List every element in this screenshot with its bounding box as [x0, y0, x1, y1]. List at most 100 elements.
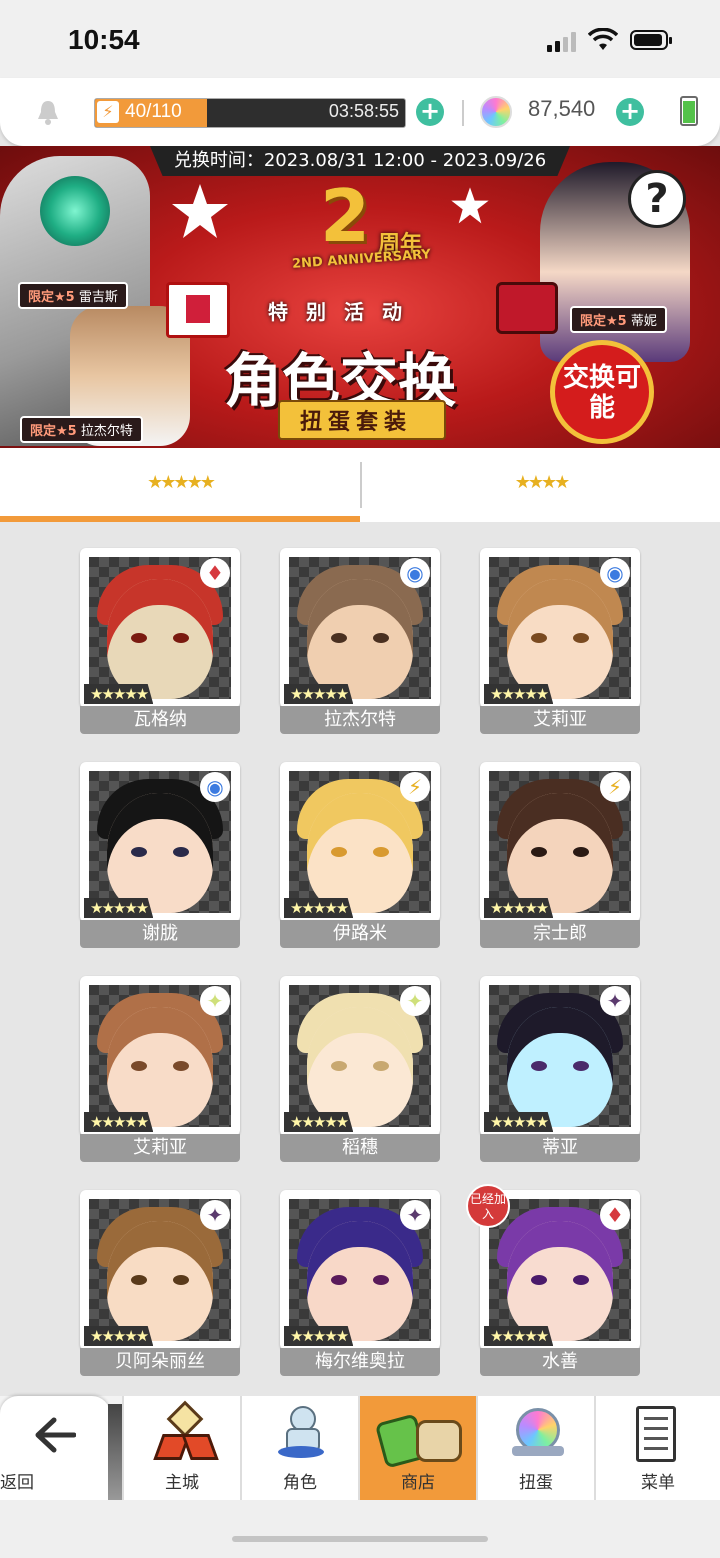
element-icon: ✦ — [600, 986, 630, 1016]
anniversary-number: 2 — [320, 174, 371, 258]
add-stamina-button[interactable]: + — [416, 98, 444, 126]
character-card[interactable]: ◉ ★★★★★ 拉杰尔特 — [280, 548, 440, 734]
portrait-eye — [573, 1061, 589, 1071]
character-name: 稻穗 — [280, 1134, 440, 1162]
nav-label: 扭蛋 — [519, 1473, 553, 1493]
ticket-icon — [496, 282, 558, 334]
portrait-eye — [131, 633, 147, 643]
rarity-stars: ★★★★★ — [284, 684, 354, 704]
portrait-eye — [573, 847, 589, 857]
portrait-face — [107, 793, 213, 913]
element-icon: ✦ — [400, 986, 430, 1016]
rarity-stars: ★★★★★ — [484, 898, 554, 918]
event-subtitle: 扭蛋套装 — [300, 410, 413, 435]
portrait-face — [107, 1007, 213, 1127]
portrait-eye — [331, 1275, 347, 1285]
character-card[interactable]: ✦ ★★★★★ 蒂亚 — [480, 976, 640, 1162]
portrait-face — [107, 579, 213, 699]
event-label: 特别活动 — [268, 300, 420, 324]
portrait-eye — [373, 1275, 389, 1285]
portrait-face — [107, 1221, 213, 1341]
nav-item-main-city[interactable]: 主城 — [122, 1396, 240, 1500]
nav-label: 菜单 — [641, 1473, 675, 1493]
element-icon: ◉ — [200, 772, 230, 802]
rarity-stars: ★★★★★ — [284, 898, 354, 918]
nav-item-shop[interactable]: 商店 — [358, 1396, 476, 1500]
stamina-value: 40/110 — [125, 101, 182, 122]
tag-prefix: 限定★5 — [28, 290, 75, 305]
character-name: 梅尔维奥拉 — [280, 1348, 440, 1376]
battery-icon — [630, 30, 672, 50]
character-card[interactable]: ♦ ★★★★★ 瓦格纳 — [80, 548, 240, 734]
character-card[interactable]: ✦ ★★★★★ 贝阿朵丽丝 — [80, 1190, 240, 1376]
element-icon: ◉ — [400, 558, 430, 588]
character-grid: ♦ ★★★★★ 瓦格纳 ◉ ★★★★★ 拉杰尔特 ◉ ★★★★★ 艾莉亚 ◉ ★★★★★ 谢胧 ⚡ ★★★… — [0, 522, 720, 1398]
portrait-face — [307, 1007, 413, 1127]
rarity-stars: ★★★★★ — [284, 1326, 354, 1346]
divider — [462, 100, 464, 126]
nav-item-gacha[interactable]: 扭蛋 — [476, 1396, 594, 1500]
add-gems-button[interactable]: + — [616, 98, 644, 126]
exchange-period: 兑换时间：2023.08/31 12:00 - 2023.09/26 11:59 — [150, 146, 570, 176]
portrait-eye — [531, 847, 547, 857]
element-icon: ✦ — [200, 1200, 230, 1230]
featured-tag-tini: 限定★5 蒂妮 — [570, 306, 667, 333]
rarity-stars: ★★★★★ — [484, 1326, 554, 1346]
card-frame: ◉ ★★★★★ — [80, 762, 240, 922]
card-frame: ◉ ★★★★★ — [280, 548, 440, 708]
tab-four-star[interactable]: ★★★★ — [362, 448, 720, 522]
portrait-face — [307, 793, 413, 913]
element-icon: ✦ — [200, 986, 230, 1016]
star-decoration-icon — [451, 187, 489, 224]
card-frame: ⚡ ★★★★★ — [480, 762, 640, 922]
nav-item-menu[interactable]: 菜单 — [594, 1396, 720, 1500]
character-card[interactable]: ⚡ ★★★★★ 宗士郎 — [480, 762, 640, 948]
portrait-eye — [573, 1275, 589, 1285]
star-decoration-icon — [172, 184, 228, 238]
tag-name: 拉杰尔特 — [80, 424, 133, 439]
portrait-eye — [373, 1061, 389, 1071]
tag-prefix: 限定★5 — [30, 424, 77, 439]
character-card[interactable]: ⚡ ★★★★★ 伊路米 — [280, 762, 440, 948]
event-banner[interactable]: 兑换时间：2023.08/31 12:00 - 2023.09/26 11:59… — [0, 146, 720, 448]
character-card[interactable]: ✦ ★★★★★ 稻穗 — [280, 976, 440, 1162]
nav-label: 商店 — [401, 1473, 435, 1493]
robot-visor-icon — [40, 176, 110, 246]
character-card[interactable]: ✦ ★★★★★ 梅尔维奥拉 — [280, 1190, 440, 1376]
rarity-stars: ★★★★★ — [284, 1112, 354, 1132]
nav-item-characters[interactable]: 角色 — [240, 1396, 358, 1500]
cellular-signal-icon — [547, 30, 579, 52]
character-card[interactable]: ✦ ★★★★★ 艾莉亚 — [80, 976, 240, 1162]
element-icon: ⚡ — [600, 772, 630, 802]
rarity-stars: ★★★★★ — [84, 684, 154, 704]
help-button[interactable]: ? — [628, 170, 686, 228]
stamina-bolt-icon: ⚡ — [97, 101, 119, 123]
bell-icon[interactable] — [34, 98, 62, 126]
character-card[interactable]: ♦ ★★★★★ 水善 已经加入 — [466, 1184, 640, 1376]
rarity-stars: ★★★★★ — [84, 898, 154, 918]
element-icon: ♦ — [600, 1200, 630, 1230]
castle-icon — [153, 1400, 219, 1460]
tag-prefix: 限定★5 — [580, 314, 627, 329]
tab-five-star[interactable]: ★★★★★ — [0, 448, 360, 522]
back-button[interactable]: 返回 — [0, 1396, 110, 1500]
stamina-bar: ⚡ 40/110 03:58:55 — [94, 98, 406, 128]
character-card[interactable]: ◉ ★★★★★ 艾莉亚 — [480, 548, 640, 734]
home-indicator[interactable] — [232, 1536, 488, 1542]
character-name: 贝阿朵丽丝 — [80, 1348, 240, 1376]
element-icon: ⚡ — [400, 772, 430, 802]
card-frame: ✦ ★★★★★ — [80, 976, 240, 1136]
character-card[interactable]: ◉ ★★★★★ 谢胧 — [80, 762, 240, 948]
bottom-navigation: 返回 主城 角色 商店 扭蛋 菜单 — [0, 1396, 720, 1500]
portrait-eye — [531, 1061, 547, 1071]
rarity-stars: ★★★★★ — [484, 1112, 554, 1132]
featured-tag-regis: 限定★5 雷吉斯 — [18, 282, 128, 309]
nav-label: 主城 — [165, 1473, 199, 1493]
card-frame: ✦ ★★★★★ — [80, 1190, 240, 1350]
portrait-face — [507, 579, 613, 699]
exchange-available-badge: 交换可能 — [550, 340, 654, 444]
clock: 10:54 — [68, 24, 140, 55]
portrait-eye — [331, 847, 347, 857]
portrait-eye — [131, 847, 147, 857]
nav-thumbnail-strip — [108, 1404, 122, 1500]
